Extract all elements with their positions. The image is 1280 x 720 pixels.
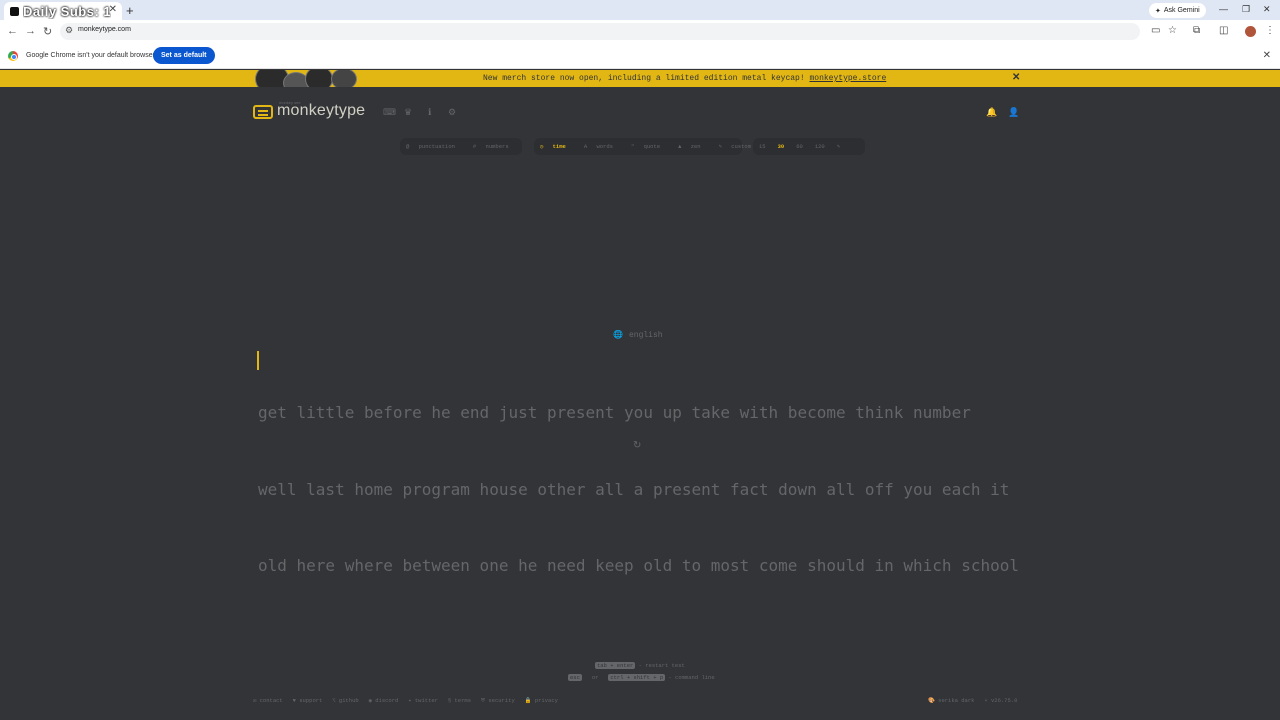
duration-60[interactable]: 60 xyxy=(796,143,803,150)
menu-dots-icon[interactable]: ⋮ xyxy=(1265,25,1275,36)
footer-terms-link[interactable]: § terms xyxy=(448,697,471,704)
numbers-toggle[interactable]: # numbers xyxy=(473,143,515,150)
profile-avatar[interactable] xyxy=(1245,26,1256,37)
mode-custom[interactable]: ✎ custom xyxy=(719,143,757,150)
keyboard-logo-icon[interactable] xyxy=(253,105,273,119)
browser-toolbar: ← → ↻ ⚙ monkeytype.com ▭ ☆ ⧉ ◫ ⋮ xyxy=(0,20,1280,43)
footer-privacy-link[interactable]: 🔒 privacy xyxy=(525,697,558,704)
footer-support-link[interactable]: ♥ support xyxy=(293,697,323,704)
restore-icon[interactable]: ❐ xyxy=(1242,4,1250,15)
extensions-icon[interactable]: ⧉ xyxy=(1193,25,1200,36)
notifications-bell-icon[interactable]: 🔔 xyxy=(986,107,997,118)
new-tab-button[interactable]: + xyxy=(126,3,134,18)
merch-store-link[interactable]: monkeytype.store xyxy=(809,74,886,83)
words-line: get little before he end just present yo… xyxy=(258,403,971,422)
duration-30[interactable]: 30 xyxy=(778,143,785,150)
footer-meta: 🎨 serika dark ⑂ v26.75.0 xyxy=(928,697,1017,704)
globe-icon: 🌐 xyxy=(613,331,623,340)
leaderboard-crown-icon[interactable]: ♛ xyxy=(404,107,412,118)
mode-time[interactable]: ◷ time xyxy=(540,143,572,150)
url-text: monkeytype.com xyxy=(78,26,131,33)
footer-contact-link[interactable]: ✉ contact xyxy=(253,697,283,704)
ask-gemini-label: Ask Gemini xyxy=(1163,7,1200,14)
bookmark-star-icon[interactable]: ☆ xyxy=(1168,25,1177,36)
site-info-icon[interactable]: ⚙ xyxy=(65,25,73,36)
esc-key: esc xyxy=(568,674,582,681)
settings-gear-icon[interactable]: ⚙ xyxy=(448,107,456,118)
version-link[interactable]: ⑂ v26.75.0 xyxy=(984,697,1017,704)
browser-tab-strip: Daily Subs: 1 ✕ + ✦ Ask Gemini — ❐ ✕ xyxy=(0,0,1280,20)
keyboard-icon[interactable]: ⌨ xyxy=(383,107,396,118)
custom-duration-wrench-icon[interactable]: ✎ xyxy=(837,143,840,150)
default-browser-infobar: Google Chrome isn't your default browser… xyxy=(0,43,1280,69)
mode-zen[interactable]: ▲ zen xyxy=(678,143,707,150)
tab-title: Daily Subs: 1 xyxy=(23,3,112,19)
minimize-icon[interactable]: — xyxy=(1219,4,1228,14)
footer-github-link[interactable]: ⌥ github xyxy=(332,697,358,704)
words-area[interactable]: get little before he end just present yo… xyxy=(258,349,1028,604)
config-modes: ◷ time A words ❝ quote ▲ zen ✎ custom xyxy=(534,138,751,155)
config-modifiers: @ punctuation # numbers xyxy=(400,138,522,155)
language-selector[interactable]: 🌐 english xyxy=(613,330,663,340)
tab-close-icon[interactable]: ✕ xyxy=(109,4,117,15)
monkeytype-favicon-icon xyxy=(10,6,19,16)
keycap-banner-image xyxy=(253,70,361,87)
words-line: old here where between one he need keep … xyxy=(258,556,1019,575)
site-logo[interactable]: monkeytype xyxy=(277,102,365,120)
duration-120[interactable]: 120 xyxy=(815,143,825,150)
side-panel-icon[interactable]: ◫ xyxy=(1219,25,1228,36)
install-app-icon[interactable]: ▭ xyxy=(1151,25,1160,36)
duration-15[interactable]: 15 xyxy=(759,143,766,150)
words-line: well last home program house other all a… xyxy=(258,479,1010,499)
mode-quote[interactable]: ❝ quote xyxy=(631,143,666,150)
reload-icon[interactable]: ↻ xyxy=(43,25,52,38)
footer-discord-link[interactable]: ◉ discord xyxy=(369,697,399,704)
restart-key: tab + enter xyxy=(595,662,636,669)
chrome-logo-icon xyxy=(8,51,18,61)
command-line-hint: esc or ctrl + shift + p - command line xyxy=(568,674,715,681)
ask-gemini-button[interactable]: ✦ Ask Gemini xyxy=(1149,3,1206,18)
gemini-sparkle-icon: ✦ xyxy=(1155,7,1161,15)
account-user-icon[interactable]: 👤 xyxy=(1008,107,1019,118)
about-info-icon[interactable]: ℹ xyxy=(428,107,431,118)
banner-close-icon[interactable]: ✕ xyxy=(1012,72,1020,83)
restart-hint: tab + enter - restart test xyxy=(595,662,685,669)
forward-icon[interactable]: → xyxy=(25,25,36,37)
mode-words[interactable]: A words xyxy=(584,143,619,150)
theme-selector[interactable]: 🎨 serika dark xyxy=(928,697,974,704)
footer-security-link[interactable]: ⛨ security xyxy=(481,697,515,704)
merch-banner: New merch store now open, including a li… xyxy=(0,70,1280,87)
infobar-message: Google Chrome isn't your default browser xyxy=(26,52,155,59)
config-durations: 15 30 60 120 ✎ xyxy=(753,138,865,155)
back-icon[interactable]: ← xyxy=(7,25,18,37)
set-as-default-button[interactable]: Set as default xyxy=(153,47,215,64)
browser-tab[interactable]: Daily Subs: 1 ✕ xyxy=(4,2,122,20)
restart-test-icon[interactable]: ↻ xyxy=(633,440,641,451)
address-bar[interactable]: ⚙ monkeytype.com xyxy=(60,23,1140,40)
footer-links: ✉ contact ♥ support ⌥ github ◉ discord ✦… xyxy=(253,697,558,705)
window-close-icon[interactable]: ✕ xyxy=(1263,4,1271,15)
punctuation-toggle[interactable]: @ punctuation xyxy=(406,143,461,150)
infobar-close-icon[interactable]: ✕ xyxy=(1263,50,1271,61)
footer-twitter-link[interactable]: ✦ twitter xyxy=(408,697,438,704)
banner-message: New merch store now open, including a li… xyxy=(483,74,887,83)
command-key: ctrl + shift + p xyxy=(608,674,666,681)
